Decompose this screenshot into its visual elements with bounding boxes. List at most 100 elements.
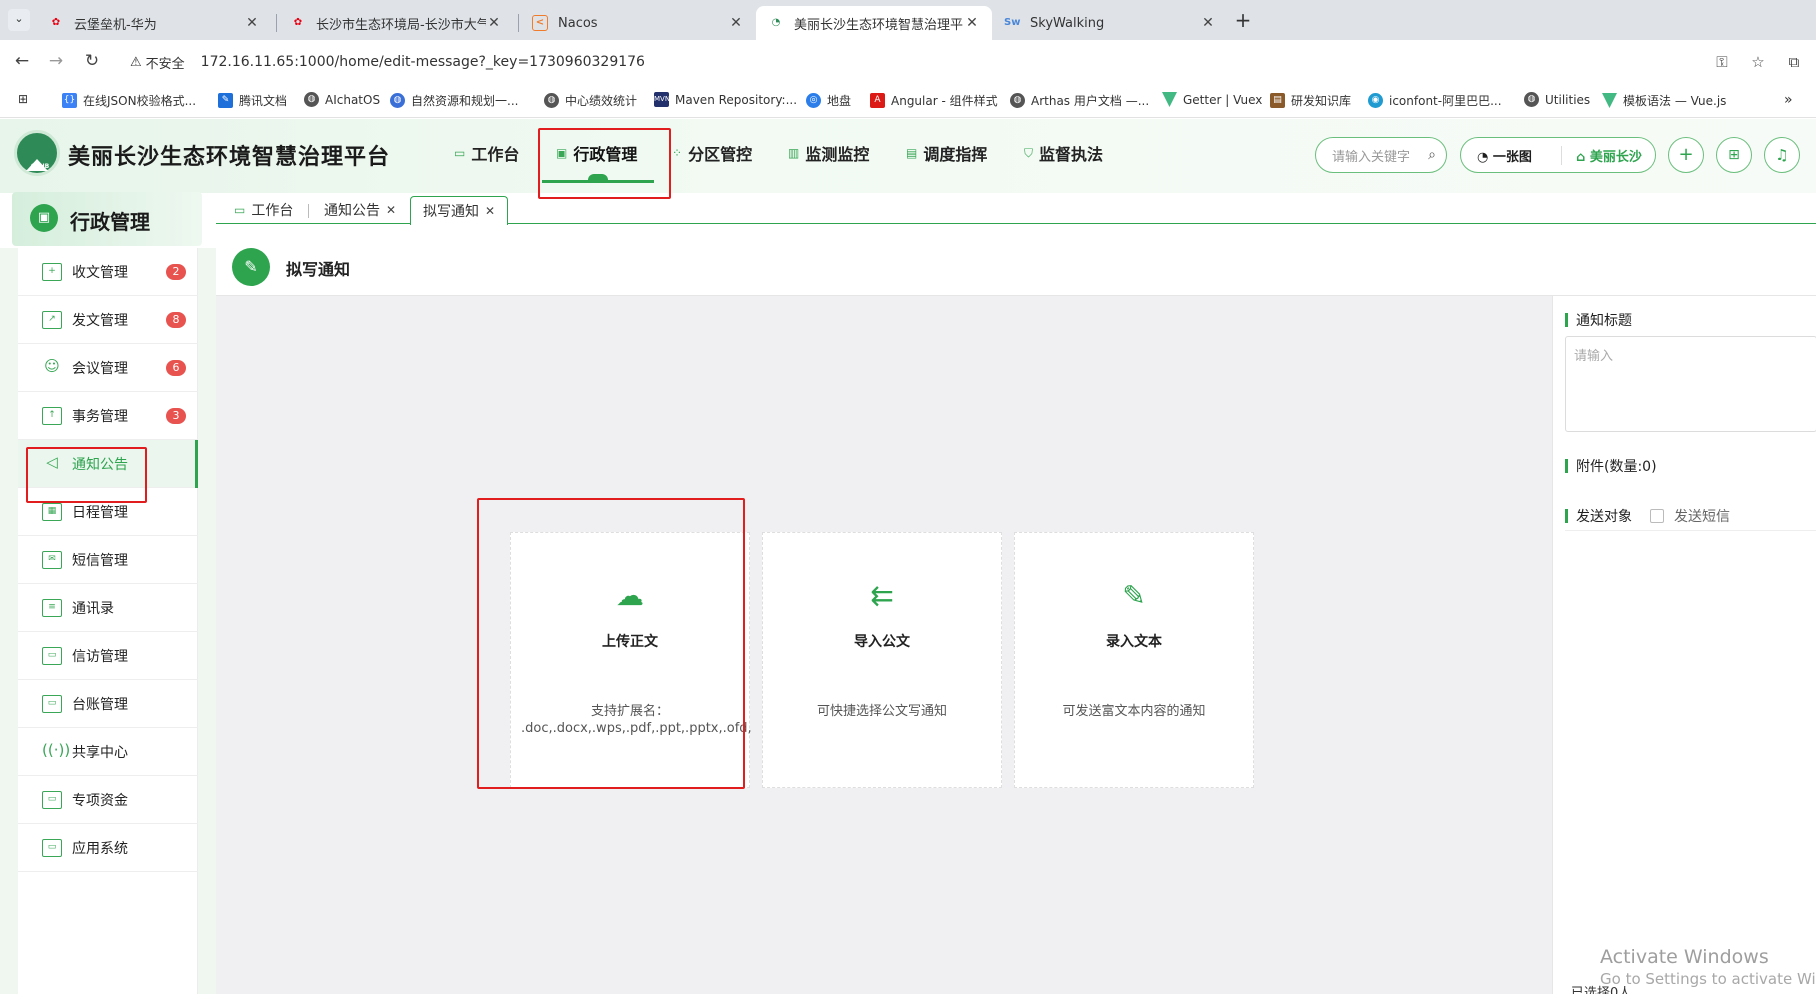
browser-tab-active[interactable]: ◔ 美丽长沙生态环境智慧治理平台 ✕ <box>756 6 992 40</box>
qrcode-icon[interactable]: ⊞ <box>1716 137 1752 173</box>
forward-icon[interactable]: → <box>44 50 68 74</box>
sidebar-item-funds[interactable]: ▭ 专项资金 <box>18 776 198 824</box>
nav-enforcement[interactable]: ⛉ 监督执法 <box>1024 141 1103 165</box>
close-icon[interactable]: ✕ <box>1200 15 1216 31</box>
app-title: 美丽长沙生态环境智慧治理平台 <box>68 145 391 170</box>
count-badge: 2 <box>166 263 186 280</box>
recipient-list[interactable] <box>1565 530 1816 950</box>
sidebar-item-label: 事务管理 <box>72 408 128 425</box>
nav-zoning[interactable]: ⁘ 分区管控 <box>672 141 752 165</box>
bookmark-label: 研发知识库 <box>1291 94 1352 108</box>
bookmark-item[interactable]: ◍ 自然资源和规划一... <box>390 92 518 109</box>
content-tab-strip: ▭ 工作台 通知公告 ✕ 拟写通知 ✕ <box>216 192 1816 225</box>
nav-workbench[interactable]: ▭ 工作台 <box>454 141 519 165</box>
nav-dispatch[interactable]: ▤ 调度指挥 <box>906 141 987 165</box>
notice-title-input[interactable]: 请输入 <box>1565 336 1816 432</box>
bookmark-item[interactable]: ◍ Utilities <box>1524 92 1590 107</box>
zoning-icon: ⁘ <box>672 146 683 160</box>
bookmark-item[interactable]: {} 在线JSON校验格式... <box>62 92 196 109</box>
tab-notice[interactable]: 通知公告 ✕ <box>312 196 408 224</box>
reload-icon[interactable]: ↻ <box>80 50 104 74</box>
sidebar-item-contacts[interactable]: ≡ 通讯录 <box>18 584 198 632</box>
nacos-icon: < <box>532 15 548 31</box>
knowledge-base-icon: ▤ <box>1270 93 1285 108</box>
beautiful-changsha-button[interactable]: ⌂ 美丽长沙 <box>1561 145 1642 165</box>
site-logo-icon: ◔ <box>771 17 781 28</box>
sidebar-decoration <box>198 248 216 994</box>
one-map-button[interactable]: ◔ 一张图 <box>1461 146 1561 165</box>
nav-label: 调度指挥 <box>923 145 988 164</box>
sidebar-item-label: 共享中心 <box>72 744 128 761</box>
tab-workbench[interactable]: ▭ 工作台 <box>222 196 305 224</box>
sidebar-item-affairs[interactable]: ↑ 事务管理 3 <box>18 392 198 440</box>
close-icon[interactable]: ✕ <box>485 204 495 218</box>
section-marker <box>1565 313 1568 327</box>
url-text[interactable]: 172.16.11.65:1000/home/edit-message?_key… <box>201 54 645 70</box>
bookmark-item[interactable]: ◍ AIchatOS <box>304 92 380 107</box>
bookmark-item[interactable]: ◍ Arthas 用户文档 —... <box>1010 92 1149 109</box>
back-icon[interactable]: ← <box>10 50 34 74</box>
extensions-icon[interactable]: ⧉ <box>1780 53 1808 71</box>
browser-tab[interactable]: < Nacos ✕ <box>520 6 756 40</box>
bookmark-item[interactable]: A Angular - 组件样式 <box>870 92 998 109</box>
windows-activation-watermark: Activate Windows <box>1600 946 1769 968</box>
tab-draft-notice[interactable]: 拟写通知 ✕ <box>410 196 509 225</box>
browser-tab[interactable]: ✿ 长沙市生态环境局-长沙市大气 ✕ <box>278 6 514 40</box>
bookmark-item[interactable]: MVN Maven Repository:... <box>654 92 797 107</box>
send-target-row: 发送对象 发送短信 <box>1565 506 1730 526</box>
sidebar-item-incoming[interactable]: + 收文管理 2 <box>18 248 198 296</box>
vue-icon <box>1162 92 1177 107</box>
bell-icon[interactable]: ♫ <box>1764 137 1800 173</box>
sidebar-item-outgoing[interactable]: ↗ 发文管理 8 <box>18 296 198 344</box>
close-icon[interactable]: ✕ <box>486 15 502 31</box>
star-icon[interactable]: ☆ <box>1744 53 1772 71</box>
globe-icon: ◍ <box>1010 93 1025 108</box>
bookmark-item[interactable]: Getter | Vuex <box>1162 92 1262 107</box>
bookmark-label: 在线JSON校验格式... <box>83 94 197 108</box>
bookmark-item[interactable]: ◍ 中心绩效统计 <box>544 92 637 109</box>
add-icon[interactable]: + <box>1668 137 1704 173</box>
sidebar-item-apps[interactable]: ▭ 应用系统 <box>18 824 198 872</box>
tab-search-icon[interactable]: ⌄ <box>8 9 30 31</box>
dispatch-icon: ▤ <box>906 146 918 160</box>
inbox-icon: ▭ <box>42 646 62 665</box>
close-icon[interactable]: ✕ <box>386 203 396 217</box>
bookmark-item[interactable]: ◉ iconfont-阿里巴巴... <box>1368 92 1502 109</box>
more-bookmarks-icon[interactable]: » <box>1784 92 1793 108</box>
apps-grid-icon[interactable]: ⊞ <box>18 92 28 106</box>
browser-tab[interactable]: ✿ 云堡垒机-华为 ✕ <box>36 6 272 40</box>
sidebar-item-petition[interactable]: ▭ 信访管理 <box>18 632 198 680</box>
insecure-label: 不安全 <box>145 56 185 72</box>
header-search-input[interactable]: 请输入关键字 ⌕ <box>1315 137 1447 173</box>
nav-label: 监测监控 <box>805 145 870 164</box>
security-warning[interactable]: ⚠ 不安全 <box>130 53 185 72</box>
nav-monitoring[interactable]: ▥ 监测监控 <box>788 141 869 165</box>
bookmark-item[interactable]: 模板语法 — Vue.js <box>1602 92 1726 109</box>
tab-title: 长沙市生态环境局-长沙市大气 <box>316 17 486 33</box>
search-icon[interactable]: ⌕ <box>1428 147 1436 163</box>
new-tab-icon[interactable]: + <box>1230 8 1256 34</box>
bar-chart-icon: ▥ <box>788 146 800 160</box>
import-document-card[interactable]: ⇇ 导入公文 可快捷选择公文写通知 <box>762 532 1002 788</box>
bookmark-item[interactable]: ✎ 腾讯文档 <box>218 92 287 109</box>
globe-icon: ◍ <box>1524 92 1539 107</box>
sidebar-item-label: 短信管理 <box>72 552 128 569</box>
bookmark-label: 腾讯文档 <box>239 94 288 108</box>
platform-logo-icon: CSHB <box>14 130 60 176</box>
close-icon[interactable]: ✕ <box>964 15 980 31</box>
browser-tab[interactable]: Sw SkyWalking ✕ <box>992 6 1228 40</box>
omnibox-actions: ⚿ ☆ ⧉ <box>1700 44 1808 80</box>
bookmark-item[interactable]: ▤ 研发知识库 <box>1270 92 1351 109</box>
sidebar-item-meeting[interactable]: ☺ 会议管理 6 <box>18 344 198 392</box>
sidebar-item-share[interactable]: ((·)) 共享中心 <box>18 728 198 776</box>
send-sms-checkbox[interactable] <box>1650 509 1664 523</box>
enter-text-card[interactable]: ✎ 录入文本 可发送富文本内容的通知 <box>1014 532 1254 788</box>
close-icon[interactable]: ✕ <box>728 15 744 31</box>
close-icon[interactable]: ✕ <box>244 15 260 31</box>
sidebar-item-ledger[interactable]: ▭ 台账管理 <box>18 680 198 728</box>
omnibox[interactable]: ⚠ 不安全 172.16.11.65:1000/home/edit-messag… <box>118 44 1808 80</box>
sidebar-item-sms[interactable]: ✉ 短信管理 <box>18 536 198 584</box>
key-icon[interactable]: ⚿ <box>1708 53 1736 71</box>
main-content: ☁ 上传正文 支持扩展名： .doc,.docx,.wps,.pdf,.ppt,… <box>216 296 1552 994</box>
bookmark-item[interactable]: ◎ 地盘 <box>806 92 851 109</box>
